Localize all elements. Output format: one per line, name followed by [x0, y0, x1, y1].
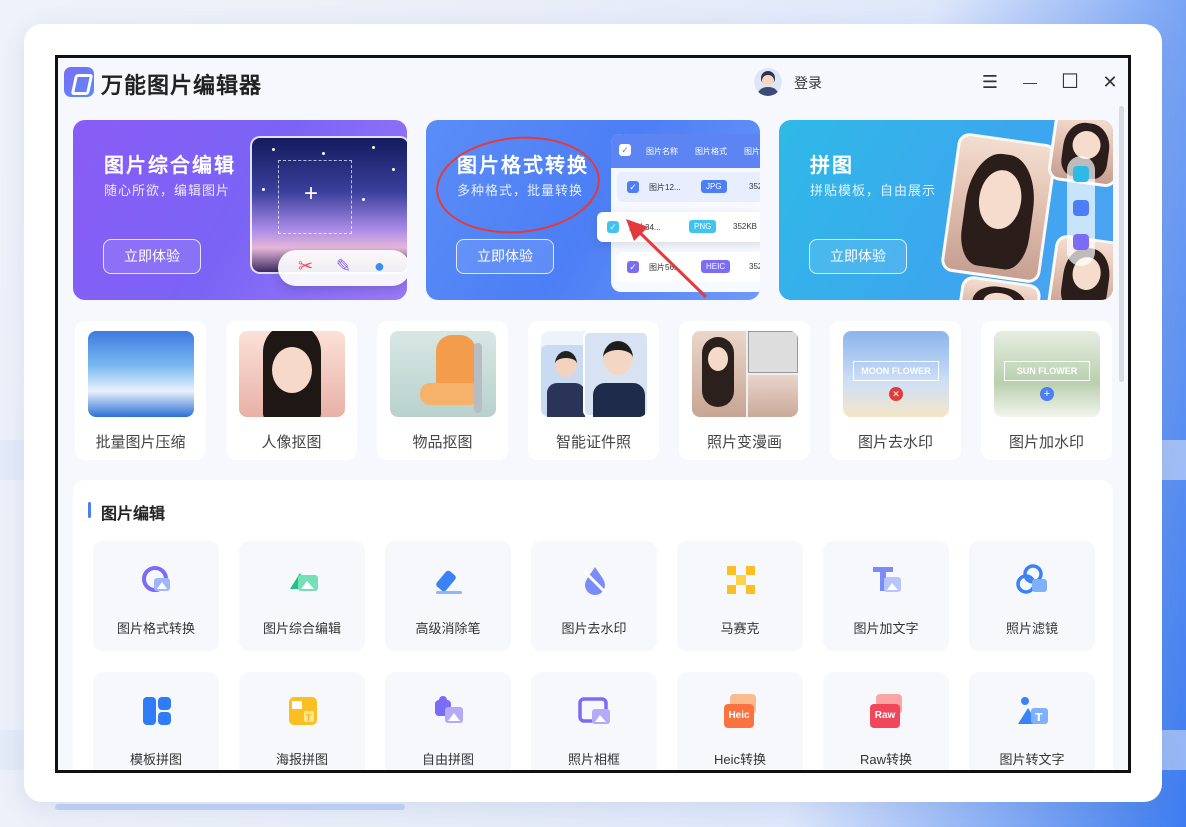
tool-label: 照片相框 [567, 752, 620, 767]
tile-label: 图片去水印 [857, 434, 933, 451]
format-convert-icon [142, 566, 170, 592]
tool-remove-watermark[interactable]: 图片去水印 [531, 541, 657, 651]
tool-label: 图片加文字 [853, 621, 919, 636]
section-accent [88, 502, 91, 518]
annotation-circle [432, 130, 604, 240]
tool-label: 图片格式转换 [116, 621, 195, 636]
try-now-button[interactable]: 立即体验 [809, 239, 907, 274]
menu-icon[interactable]: ☰ [978, 70, 1002, 94]
scrollbar[interactable] [1119, 106, 1124, 382]
login-button[interactable]: 登录 [794, 73, 822, 93]
tool-label: 照片滤镜 [1005, 621, 1058, 636]
tile-photo-to-comic[interactable]: 照片变漫画 [679, 321, 810, 460]
mosaic-icon [727, 566, 755, 594]
tool-format-convert[interactable]: 图片格式转换 [93, 541, 219, 651]
tool-eraser-pen[interactable]: 高级消除笔 [385, 541, 511, 651]
tool-heic-convert[interactable]: Heic Heic转换 [677, 672, 803, 770]
tile-object-cutout[interactable]: 物品抠图 [377, 321, 508, 460]
banner-collage[interactable]: 拼图 拼贴模板，自由展示 立即体验 [779, 120, 1113, 300]
tile-label: 物品抠图 [412, 434, 473, 451]
table-row: ✓ 图片12... JPG 352 [617, 172, 760, 202]
tool-image-edit[interactable]: 图片综合编辑 [239, 541, 365, 651]
scissors-icon: ✂ [298, 256, 314, 276]
tile-remove-watermark[interactable]: MOON FLOWER ✕ 图片去水印 [830, 321, 961, 460]
filter-icon [1016, 564, 1047, 594]
table-header: ✓ 图片名称 图片格式 图片 [611, 134, 760, 168]
tile-label: 批量图片压缩 [95, 434, 186, 451]
tool-free-collage[interactable]: 自由拼图 [385, 672, 511, 770]
banner-format-convert[interactable]: 图片格式转换 多种格式，批量转换 立即体验 ✓ 图片名称 图片格式 图片 ✓ 图… [426, 120, 760, 300]
tile-id-photo[interactable]: 智能证件照 [528, 321, 659, 460]
tool-label: 图片转文字 [999, 752, 1065, 767]
tile-batch-compress[interactable]: 批量图片压缩 [75, 321, 206, 460]
banner-title: 图片综合编辑 [104, 155, 236, 177]
template-collage-icon [143, 697, 171, 725]
watermark-artwork: MOON FLOWER ✕ [843, 331, 949, 417]
tile-portrait-cutout[interactable]: 人像抠图 [226, 321, 357, 460]
chair-artwork [390, 331, 496, 417]
layout-switcher [1067, 156, 1095, 266]
tool-label: 自由拼图 [421, 752, 474, 767]
tool-raw-convert[interactable]: Raw Raw转换 [823, 672, 949, 770]
svg-text:T: T [1035, 711, 1043, 724]
drop-icon: ● [374, 256, 385, 276]
minimize-icon[interactable]: — [1018, 70, 1042, 94]
title-bar: 万能图片编辑器 登录 ☰ — ☐ ✕ [58, 58, 1128, 108]
heic-icon: Heic [724, 694, 758, 728]
app-logo-icon [64, 67, 94, 97]
image-edit-section: 图片编辑 图片格式转换 图片综合编辑 高级消除笔 图片去水印 马赛克 图片加文字… [73, 480, 1113, 770]
tool-label: 高级消除笔 [415, 621, 481, 636]
tool-label: 海报拼图 [275, 752, 328, 767]
tool-image-to-text[interactable]: T 图片转文字 [969, 672, 1095, 770]
tool-photo-frame[interactable]: 照片相框 [531, 672, 657, 770]
banner-subtitle: 随心所欲，编辑图片 [104, 183, 231, 198]
watermark-artwork: SUN FLOWER + [994, 331, 1100, 417]
tool-label: 图片综合编辑 [262, 621, 341, 636]
raw-icon: Raw [870, 694, 904, 728]
free-collage-icon [435, 696, 463, 723]
add-text-icon [873, 567, 901, 592]
tool-add-text[interactable]: 图片加文字 [823, 541, 949, 651]
comic-artwork [692, 331, 798, 417]
section-title: 图片编辑 [101, 506, 166, 523]
annotation-arrow-icon [626, 219, 708, 299]
remove-watermark-icon [582, 567, 608, 595]
brush-icon: ✎ [336, 256, 352, 276]
tool-poster-collage[interactable]: T 海报拼图 [239, 672, 365, 770]
image-to-text-icon: T [1018, 697, 1048, 724]
tool-template-collage[interactable]: 模板拼图 [93, 672, 219, 770]
image-edit-icon [290, 573, 318, 591]
close-icon[interactable]: ✕ [1098, 70, 1122, 94]
compress-artwork [88, 331, 194, 417]
maximize-icon[interactable]: ☐ [1058, 70, 1082, 94]
tool-label: 模板拼图 [129, 752, 182, 767]
tool-label: 图片去水印 [561, 621, 627, 636]
tile-label: 图片加水印 [1008, 434, 1084, 451]
tool-mosaic[interactable]: 马赛克 [677, 541, 803, 651]
tool-label: Heic转换 [713, 752, 766, 767]
banner-title: 拼图 [810, 155, 854, 177]
id-photo-artwork [541, 331, 647, 417]
tool-label: Raw转换 [859, 752, 912, 767]
app-title: 万能图片编辑器 [101, 73, 263, 98]
tile-add-watermark[interactable]: SUN FLOWER + 图片加水印 [981, 321, 1112, 460]
photo-frame-icon [578, 697, 610, 724]
poster-collage-icon: T [289, 697, 317, 725]
scroll-indicator [55, 804, 405, 810]
try-now-button[interactable]: 立即体验 [456, 239, 554, 274]
banner-subtitle: 拼贴模板，自由展示 [810, 183, 937, 198]
edit-tools: ✂ ✎ ● [278, 250, 407, 286]
try-now-button[interactable]: 立即体验 [103, 239, 201, 274]
tile-label: 智能证件照 [555, 434, 631, 451]
avatar[interactable] [754, 68, 782, 96]
tool-filter[interactable]: 照片滤镜 [969, 541, 1095, 651]
tile-label: 照片变漫画 [706, 434, 782, 451]
banner-image-edit[interactable]: 图片综合编辑 随心所欲，编辑图片 立即体验 + ✂ ✎ ● [73, 120, 407, 300]
eraser-pen-icon [436, 570, 462, 594]
app-window: 万能图片编辑器 登录 ☰ — ☐ ✕ 图片综合编辑 随心所欲，编辑图片 立即体验… [55, 55, 1131, 773]
portrait-artwork [239, 331, 345, 417]
svg-text:T: T [305, 714, 312, 724]
tile-label: 人像抠图 [261, 434, 322, 451]
tool-label: 马赛克 [720, 621, 760, 636]
